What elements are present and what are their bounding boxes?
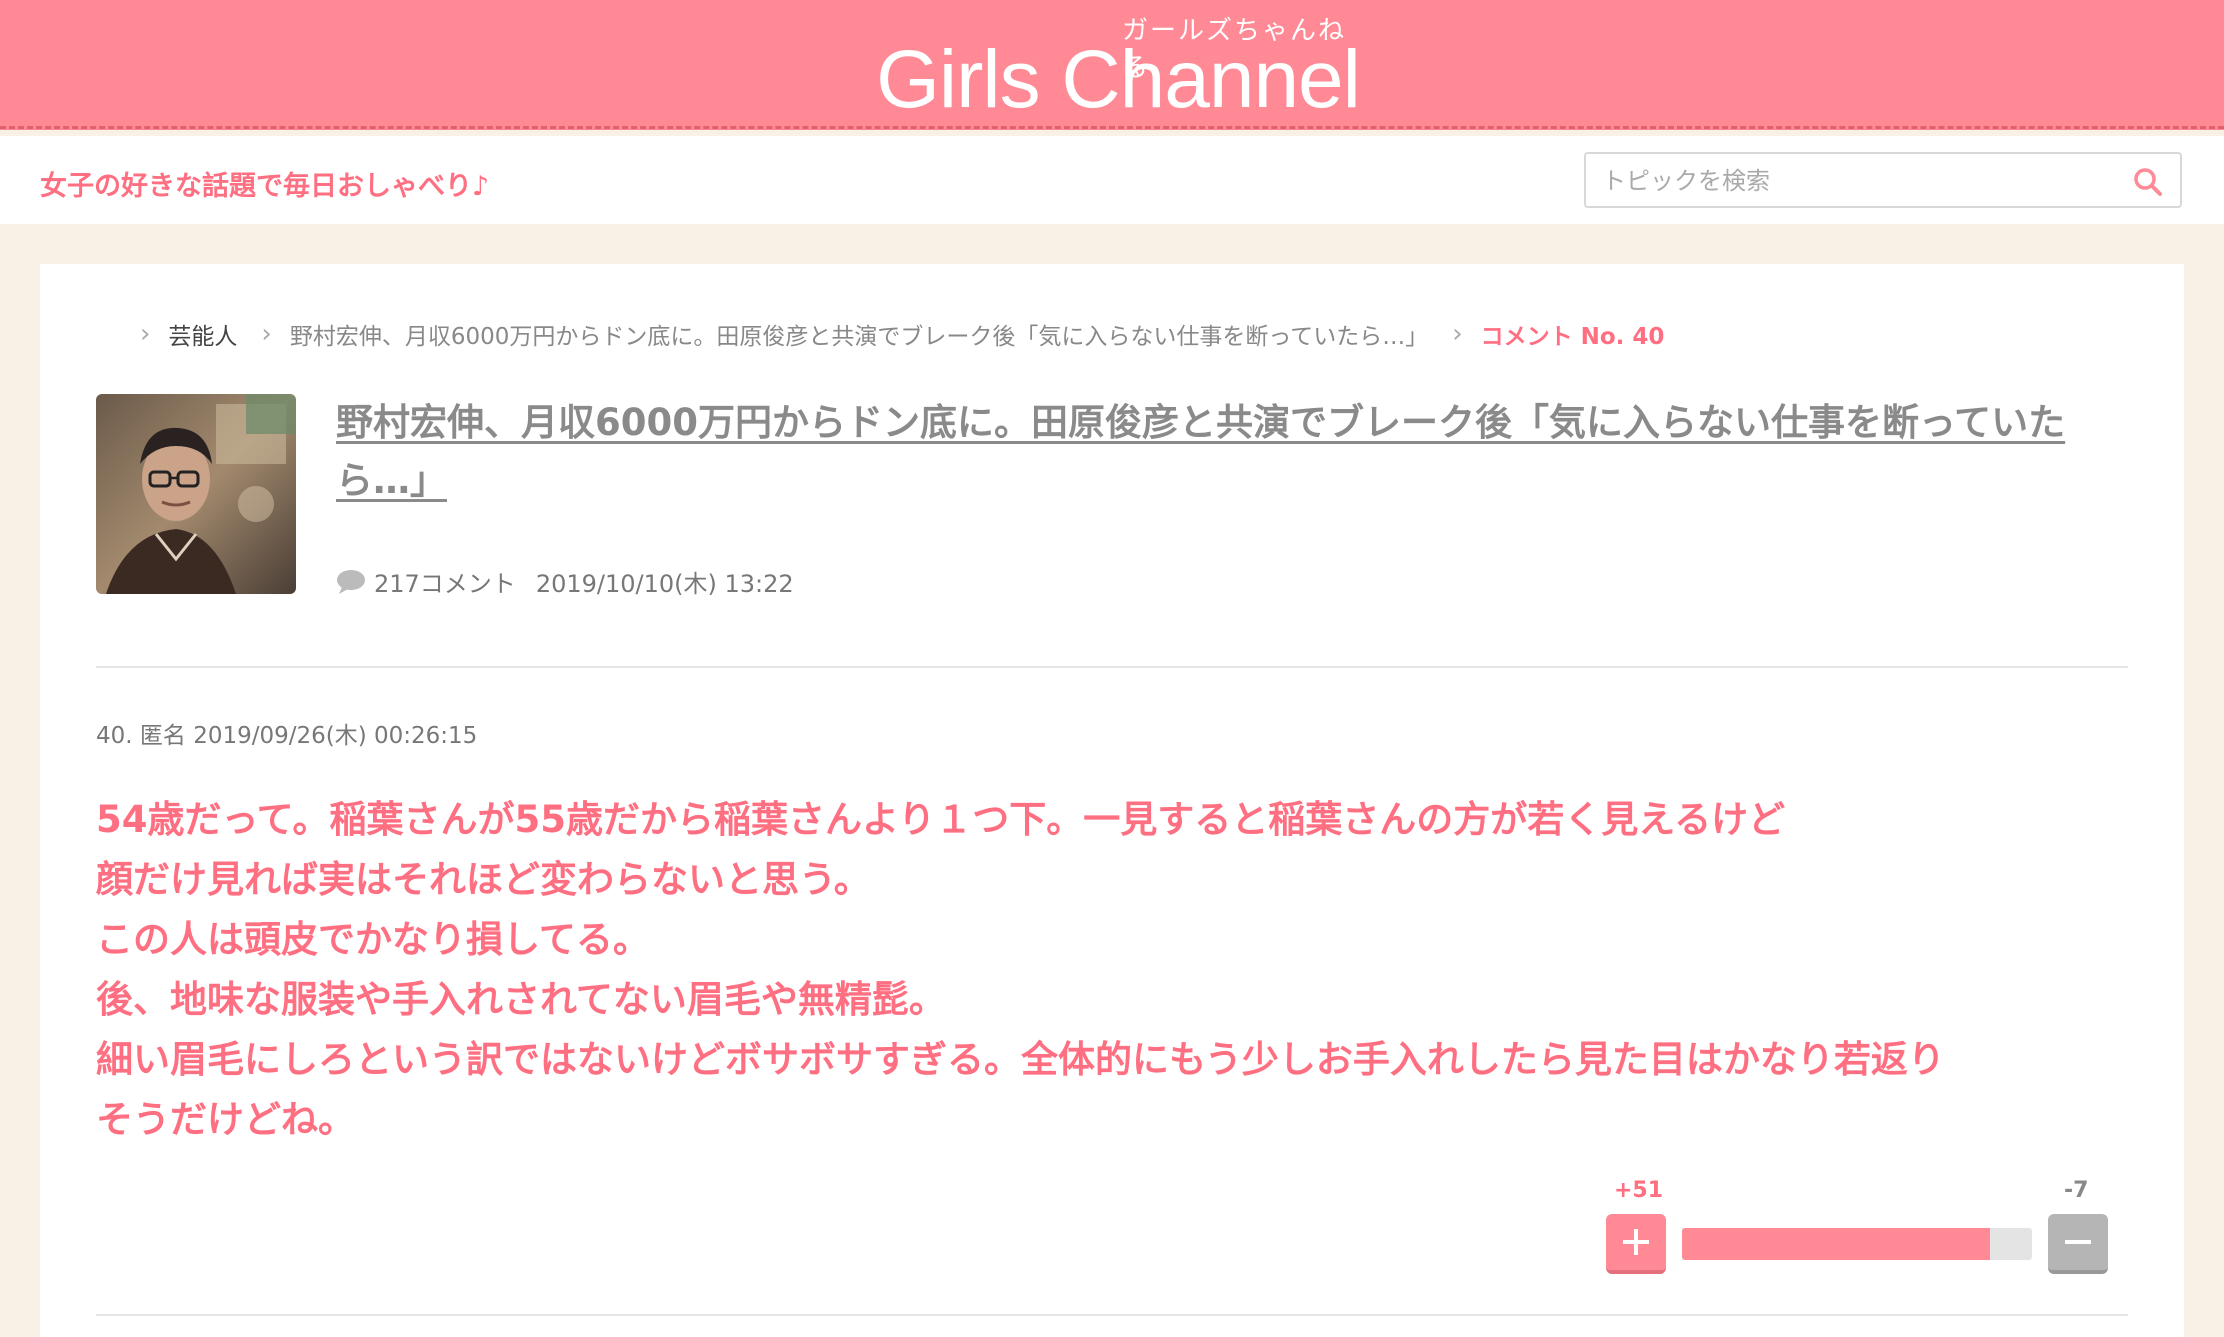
minus-vote-count: -7 [2064,1178,2089,1203]
comment-line: 細い眉毛にしろという訳ではないけどボサボサすぎる。全体的にもう少しお手入れしたら… [96,1038,1945,1081]
topic-thumbnail-image [96,394,296,594]
divider [96,1314,2128,1316]
chevron-right-icon: › [261,319,272,349]
comment-line: この人は頭皮でかなり損してる。 [96,918,650,961]
plus-vote-count: +51 [1614,1178,1664,1203]
chevron-right-icon: › [1452,319,1463,349]
search-input[interactable] [1600,162,2104,200]
comment-line: そうだけどね。 [96,1098,355,1141]
comment-header: 40. 匿名 2019/09/26(木) 00:26:15 [96,723,478,749]
divider [96,666,2128,668]
sub-header: 女子の好きな話題で毎日おしゃべり♪ [0,136,2224,224]
main-card: › 芸能人 › 野村宏伸、月収6000万円からドン底に。田原俊彦と共演でブレーク… [40,264,2184,1337]
vote-ratio-bar [1682,1228,2032,1260]
plus-vote-button[interactable] [1606,1214,1666,1274]
logo-text[interactable]: Girls Channel [858,30,1378,130]
topic-title-link[interactable]: 野村宏伸、月収6000万円からドン底に。田原俊彦と共演でブレーク後「気に入らない… [336,394,2136,510]
comment-count[interactable]: 217コメント [374,564,516,599]
comment-body: 54歳だって。稲葉さんが55歳だから稲葉さんより１つ下。一見すると稲葉さんの方が… [96,790,2136,1150]
vote-ratio-fill [1682,1228,1990,1260]
breadcrumb: › 芸能人 › 野村宏伸、月収6000万円からドン底に。田原俊彦と共演でブレーク… [140,314,1664,354]
breadcrumb-current: コメント No. 40 [1480,324,1665,350]
comment-line: 後、地味な服装や手入れされてない眉毛や無精髭。 [96,978,946,1021]
topic-date: 2019/10/10(木) 13:22 [535,570,794,598]
comment-line: 顔だけ見れば実はそれほど変わらないと思う。 [96,858,871,901]
search-box[interactable] [1584,152,2182,208]
minus-vote-button[interactable] [2048,1214,2108,1274]
plus-icon [1623,1229,1649,1255]
header-stitch-divider [0,126,2224,129]
site-logo[interactable]: ガールズちゃんねる Girls Channel [858,10,1378,125]
minus-icon [2065,1240,2091,1244]
breadcrumb-category[interactable]: 芸能人 [168,317,237,351]
comment-line: 54歳だって。稲葉さんが55歳だから稲葉さんより１つ下。一見すると稲葉さんの方が… [96,798,1786,841]
tagline: 女子の好きな話題で毎日おしゃべり♪ [40,171,490,202]
search-icon[interactable] [2132,166,2164,198]
site-header: ガールズちゃんねる Girls Channel [0,0,2224,130]
topic-thumbnail[interactable] [96,394,296,594]
breadcrumb-topic[interactable]: 野村宏伸、月収6000万円からドン底に。田原俊彦と共演でブレーク後「気に入らない… [290,317,1428,351]
topic-meta: 217コメント 2019/10/10(木) 13:22 [336,564,794,599]
chevron-right-icon: › [140,319,151,349]
comment-bubble-icon [337,569,365,594]
